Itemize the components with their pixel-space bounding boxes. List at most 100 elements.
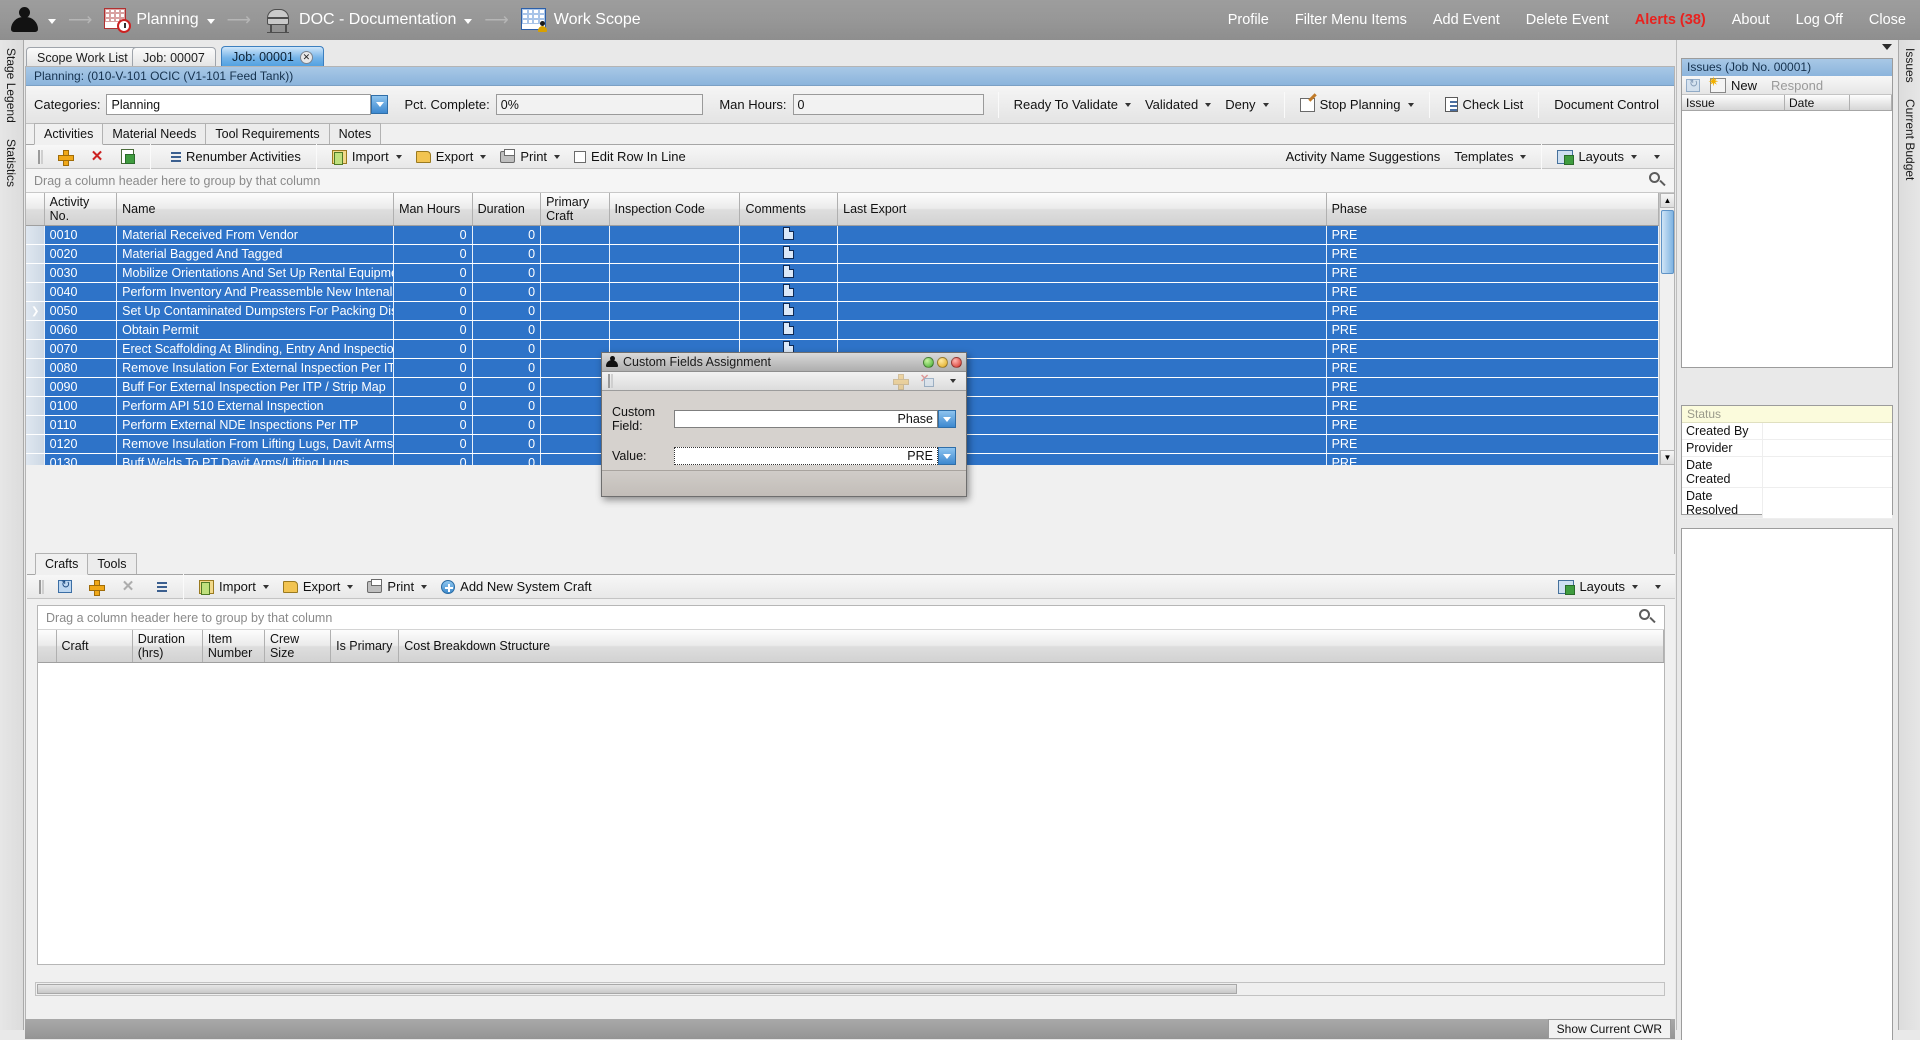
cell-name[interactable]: Remove Insulation For External Inspectio… (116, 358, 395, 378)
chevron-down-icon[interactable] (950, 379, 956, 383)
column-header-craft[interactable]: Craft (56, 630, 133, 663)
tab-scope-work-list[interactable]: Scope Work List (26, 47, 139, 67)
grip-icon[interactable] (38, 149, 43, 164)
tab-job-00007[interactable]: Job: 00007 (132, 47, 216, 67)
cell-primary-craft[interactable] (540, 396, 610, 416)
maximize-icon[interactable] (937, 356, 948, 368)
export-button[interactable]: Export (409, 146, 494, 167)
cell-duration[interactable]: 0 (472, 282, 542, 302)
cell-name[interactable]: Perform Inventory And Preassemble New In… (116, 282, 395, 302)
cell-primary-craft[interactable] (540, 263, 610, 283)
menu-item-close[interactable]: Close (1869, 12, 1906, 28)
tab-tool-requirements[interactable]: Tool Requirements (205, 123, 330, 144)
cell-activity-no[interactable]: 0100 (44, 396, 118, 416)
scroll-down-arrow-icon[interactable]: ▼ (1660, 450, 1674, 465)
tab-tools[interactable]: Tools (87, 553, 137, 574)
chevron-down-icon[interactable] (206, 19, 215, 24)
vertical-tab-issues[interactable]: Issues (1899, 40, 1920, 91)
column-header-last-export[interactable]: Last Export (837, 193, 1327, 226)
cell-primary-craft[interactable] (540, 301, 610, 321)
document-icon[interactable] (783, 322, 795, 335)
cell-phase[interactable]: PRE (1326, 415, 1659, 435)
cell-activity-no[interactable]: 0040 (44, 282, 118, 302)
custom-field-dropdown-button[interactable] (938, 410, 956, 428)
scroll-up-arrow-icon[interactable]: ▲ (1660, 193, 1674, 208)
cell-name[interactable]: Material Bagged And Tagged (116, 244, 395, 264)
value-input[interactable]: PRE (674, 447, 938, 465)
cell-duration[interactable]: 0 (472, 377, 542, 397)
menu-item-profile[interactable]: Profile (1228, 12, 1269, 28)
cell-inspection-code[interactable] (609, 244, 741, 264)
column-header-name[interactable]: Name (116, 193, 395, 226)
cell-last-export[interactable] (837, 263, 1327, 283)
scrollbar-thumb[interactable] (37, 984, 1237, 994)
check-list-button[interactable]: Check List (1438, 94, 1531, 115)
menu-item-add-event[interactable]: Add Event (1433, 12, 1500, 28)
vertical-tab-statistics[interactable]: Statistics (0, 131, 22, 195)
cell-activity-no[interactable]: 0090 (44, 377, 118, 397)
ready-to-validate-button[interactable]: Ready To Validate (1007, 94, 1138, 115)
delete-icon[interactable]: ✕ (89, 148, 105, 165)
row-indicator[interactable] (26, 320, 45, 340)
cell-man-hours[interactable]: 0 (393, 301, 473, 321)
row-indicator[interactable] (26, 339, 45, 359)
menu-item-filter-menu-items[interactable]: Filter Menu Items (1295, 12, 1407, 28)
delete-record-icon[interactable]: ✕ (920, 373, 936, 389)
categories-input[interactable]: Planning (106, 94, 372, 115)
add-icon[interactable] (57, 149, 74, 166)
crafts-export-button[interactable]: Export (276, 576, 361, 597)
issues-new-button[interactable]: New (1706, 74, 1761, 94)
column-header-item-number[interactable]: Item Number (202, 630, 265, 663)
cell-activity-no[interactable]: 0080 (44, 358, 118, 378)
document-icon[interactable] (783, 246, 795, 259)
cell-duration[interactable]: 0 (472, 301, 542, 321)
cell-activity-no[interactable]: 0130 (44, 453, 118, 465)
cell-comments[interactable] (739, 282, 839, 302)
cell-activity-no[interactable]: 0110 (44, 415, 118, 435)
add-new-system-craft-button[interactable]: Add New System Craft (434, 576, 599, 597)
crafts-print-button[interactable]: Print (360, 576, 434, 597)
row-indicator[interactable] (26, 358, 45, 378)
cell-man-hours[interactable]: 0 (393, 225, 473, 245)
row-indicator[interactable] (26, 244, 45, 264)
tab-crafts[interactable]: Crafts (35, 553, 89, 575)
grip-icon[interactable] (608, 374, 613, 388)
toolbar-overflow-chevron-icon[interactable] (1654, 154, 1660, 159)
cell-last-export[interactable] (837, 244, 1327, 264)
cell-man-hours[interactable]: 0 (393, 244, 473, 264)
column-header-duration[interactable]: Duration (472, 193, 542, 226)
validated-button[interactable]: Validated (1138, 94, 1218, 115)
cell-man-hours[interactable]: 0 (393, 358, 473, 378)
document-icon[interactable] (783, 284, 795, 297)
cell-primary-craft[interactable] (540, 434, 610, 454)
cell-comments[interactable] (739, 263, 839, 283)
column-header-activity-no[interactable]: Activity No. (44, 193, 118, 226)
breadcrumb-item-documentation[interactable]: DOC - Documentation (263, 0, 473, 40)
row-indicator[interactable] (26, 263, 45, 283)
layouts-button[interactable]: Layouts (1550, 146, 1644, 167)
cell-primary-craft[interactable] (540, 415, 610, 435)
cell-primary-craft[interactable] (540, 225, 610, 245)
cell-activity-no[interactable]: 0050 (44, 301, 118, 321)
table-row[interactable]: 0060 Obtain Permit 0 0 PRE (26, 320, 1659, 340)
breadcrumb-item-user[interactable] (10, 0, 56, 40)
document-icon[interactable] (783, 265, 795, 278)
row-indicator[interactable] (26, 225, 45, 245)
tab-job-00001[interactable]: Job: 00001 ✕ (221, 46, 324, 67)
menu-item-about[interactable]: About (1732, 12, 1770, 28)
cell-last-export[interactable] (837, 282, 1327, 302)
cell-activity-no[interactable]: 0020 (44, 244, 118, 264)
toolbar-overflow-chevron-icon[interactable] (1655, 584, 1661, 589)
column-header-primary-craft[interactable]: Primary Craft (540, 193, 610, 226)
cell-primary-craft[interactable] (540, 377, 610, 397)
scrollbar-thumb[interactable] (1661, 210, 1674, 274)
import-button[interactable]: Import (325, 146, 409, 167)
cell-phase[interactable]: PRE (1326, 358, 1659, 378)
column-header-man-hours[interactable]: Man Hours (393, 193, 473, 226)
value-dropdown-button[interactable] (938, 447, 956, 465)
cell-duration[interactable]: 0 (472, 434, 542, 454)
cell-man-hours[interactable]: 0 (393, 263, 473, 283)
cell-inspection-code[interactable] (609, 282, 741, 302)
document-icon[interactable] (783, 303, 795, 316)
issues-respond-button[interactable]: Respond (1767, 77, 1827, 94)
